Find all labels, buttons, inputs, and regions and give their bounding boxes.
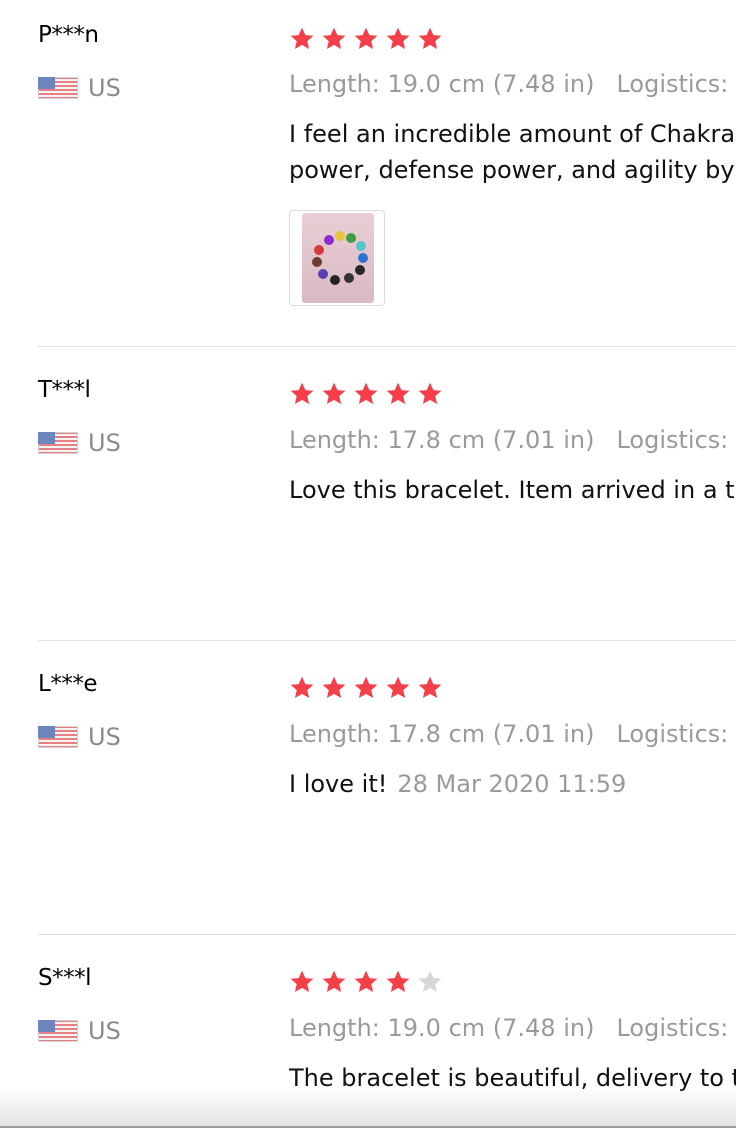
star-icon xyxy=(290,970,314,993)
star-rating xyxy=(289,379,449,409)
review-text: Love this bracelet. Item arrived in a ti xyxy=(289,472,736,508)
reviewer-country: US xyxy=(38,1016,121,1046)
country-code: US xyxy=(88,429,121,457)
star-icon xyxy=(290,27,314,50)
country-code: US xyxy=(88,74,121,102)
review-date: 28 Mar 2020 11:59 xyxy=(397,770,627,798)
star-icon xyxy=(322,970,346,993)
length-value: 17.8 cm (7.01 in) xyxy=(387,426,595,454)
star-rating xyxy=(289,24,449,54)
us-flag-icon xyxy=(38,432,78,454)
star-icon xyxy=(386,970,410,993)
review-divider xyxy=(38,934,736,935)
star-icon xyxy=(386,382,410,405)
length-label: Length: xyxy=(289,426,380,454)
star-icon xyxy=(386,27,410,50)
product-attributes: Length: 19.0 cm (7.48 in)Logistics: S xyxy=(289,70,736,98)
star-icon xyxy=(354,676,378,699)
us-flag-icon xyxy=(38,726,78,748)
length-label: Length: xyxy=(289,70,380,98)
length-value: 19.0 cm (7.48 in) xyxy=(387,70,595,98)
review-text-line: I feel an incredible amount of Chakra xyxy=(289,120,736,148)
logistics-label: Logistics: xyxy=(616,1014,729,1042)
logistics-label: Logistics: xyxy=(616,720,729,748)
star-icon xyxy=(354,27,378,50)
star-icon xyxy=(354,382,378,405)
feedback-list: P***n US Length: 19.0 cm (7.48 in) Logist… xyxy=(0,0,736,1128)
star-icon xyxy=(418,27,442,50)
review-text-line: Love this bracelet. Item arrived in a ti xyxy=(289,476,736,504)
length-label: Length: xyxy=(289,1014,380,1042)
review-text-line: power, defense power, and agility by xyxy=(289,156,735,184)
reviewer-name: T***l xyxy=(38,377,91,403)
star-icon xyxy=(418,970,442,993)
star-icon xyxy=(290,676,314,699)
reviewer-name: P***n xyxy=(38,22,99,48)
star-icon xyxy=(418,382,442,405)
star-icon xyxy=(418,676,442,699)
reviewer-country: US xyxy=(38,73,121,103)
star-icon xyxy=(322,676,346,699)
star-rating xyxy=(289,967,449,997)
length-label: Length: xyxy=(289,720,380,748)
star-icon xyxy=(322,382,346,405)
logistics-label: Logistics: xyxy=(616,70,729,98)
country-code: US xyxy=(88,723,121,751)
reviewer-name: L***e xyxy=(38,671,97,697)
review-text: I love it! 28 Mar 2020 11:59 xyxy=(289,766,736,802)
star-rating xyxy=(289,673,449,703)
product-attributes: Length: 19.0 cm (7.48 in)Logistics: C xyxy=(289,1014,736,1042)
star-icon xyxy=(290,382,314,405)
logistics-label: Logistics: xyxy=(616,426,729,454)
review-divider xyxy=(38,346,736,347)
star-icon xyxy=(354,970,378,993)
length-value: 17.8 cm (7.01 in) xyxy=(387,720,595,748)
reviewer-country: US xyxy=(38,428,121,458)
us-flag-icon xyxy=(38,1020,78,1042)
star-icon xyxy=(386,676,410,699)
product-attributes: Length: 17.8 cm (7.01 in)Logistics: S xyxy=(289,426,736,454)
review-text: I feel an incredible amount of Chakra po… xyxy=(289,116,736,188)
bracelet-photo xyxy=(302,213,374,303)
star-icon xyxy=(322,27,346,50)
length-value: 19.0 cm (7.48 in) xyxy=(387,1014,595,1042)
bottom-scroll-shadow xyxy=(0,1086,736,1128)
review-photo-thumbnail[interactable] xyxy=(289,210,385,306)
reviewer-country: US xyxy=(38,722,121,752)
review-divider xyxy=(38,640,736,641)
country-code: US xyxy=(88,1017,121,1045)
product-attributes: Length: 17.8 cm (7.01 in)Logistics: S xyxy=(289,720,736,748)
reviewer-name: S***l xyxy=(38,965,92,991)
us-flag-icon xyxy=(38,77,78,99)
review-text-line: I love it! xyxy=(289,770,388,798)
